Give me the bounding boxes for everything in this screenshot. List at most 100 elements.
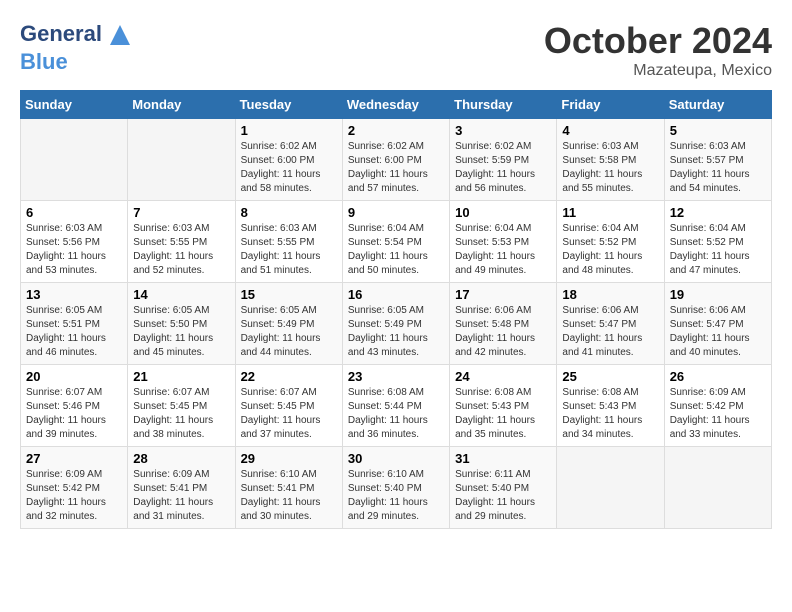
logo-blue: Blue xyxy=(20,49,68,74)
day-info: Sunrise: 6:05 AMSunset: 5:50 PMDaylight:… xyxy=(133,304,229,360)
day-number: 25 xyxy=(562,369,658,384)
weekday-header: Wednesday xyxy=(342,91,449,119)
day-info: Sunrise: 6:06 AMSunset: 5:47 PMDaylight:… xyxy=(670,304,766,360)
day-info: Sunrise: 6:08 AMSunset: 5:44 PMDaylight:… xyxy=(348,386,444,442)
day-number: 10 xyxy=(455,205,551,220)
day-info: Sunrise: 6:02 AMSunset: 5:59 PMDaylight:… xyxy=(455,140,551,196)
day-number: 15 xyxy=(241,287,337,302)
day-info: Sunrise: 6:05 AMSunset: 5:51 PMDaylight:… xyxy=(26,304,122,360)
day-info: Sunrise: 6:03 AMSunset: 5:58 PMDaylight:… xyxy=(562,140,658,196)
day-info: Sunrise: 6:03 AMSunset: 5:55 PMDaylight:… xyxy=(241,222,337,278)
calendar-header: SundayMondayTuesdayWednesdayThursdayFrid… xyxy=(21,91,772,119)
calendar-day-cell: 30 Sunrise: 6:10 AMSunset: 5:40 PMDayligh… xyxy=(342,447,449,529)
day-number: 22 xyxy=(241,369,337,384)
day-number: 5 xyxy=(670,123,766,138)
day-info: Sunrise: 6:08 AMSunset: 5:43 PMDaylight:… xyxy=(455,386,551,442)
calendar-day-cell xyxy=(664,447,771,529)
day-number: 7 xyxy=(133,205,229,220)
calendar-day-cell: 15 Sunrise: 6:05 AMSunset: 5:49 PMDayligh… xyxy=(235,283,342,365)
day-info: Sunrise: 6:05 AMSunset: 5:49 PMDaylight:… xyxy=(348,304,444,360)
calendar-day-cell: 13 Sunrise: 6:05 AMSunset: 5:51 PMDayligh… xyxy=(21,283,128,365)
day-info: Sunrise: 6:03 AMSunset: 5:57 PMDaylight:… xyxy=(670,140,766,196)
day-info: Sunrise: 6:07 AMSunset: 5:45 PMDaylight:… xyxy=(241,386,337,442)
calendar-week-row: 1Sunrise: 6:02 AMSunset: 6:00 PMDaylight… xyxy=(21,119,772,201)
calendar-day-cell: 23 Sunrise: 6:08 AMSunset: 5:44 PMDayligh… xyxy=(342,365,449,447)
calendar-week-row: 27 Sunrise: 6:09 AMSunset: 5:42 PMDayligh… xyxy=(21,447,772,529)
day-number: 26 xyxy=(670,369,766,384)
calendar-day-cell: 7 Sunrise: 6:03 AMSunset: 5:55 PMDaylight… xyxy=(128,201,235,283)
day-number: 20 xyxy=(26,369,122,384)
day-number: 31 xyxy=(455,451,551,466)
day-info: Sunrise: 6:06 AMSunset: 5:48 PMDaylight:… xyxy=(455,304,551,360)
calendar-day-cell: 29Sunrise: 6:10 AMSunset: 5:41 PMDayligh… xyxy=(235,447,342,529)
calendar-day-cell: 5 Sunrise: 6:03 AMSunset: 5:57 PMDaylight… xyxy=(664,119,771,201)
calendar-day-cell: 10 Sunrise: 6:04 AMSunset: 5:53 PMDayligh… xyxy=(450,201,557,283)
calendar-day-cell: 26 Sunrise: 6:09 AMSunset: 5:42 PMDayligh… xyxy=(664,365,771,447)
month-title: October 2024 xyxy=(544,20,772,62)
day-number: 21 xyxy=(133,369,229,384)
day-number: 18 xyxy=(562,287,658,302)
day-info: Sunrise: 6:04 AMSunset: 5:52 PMDaylight:… xyxy=(670,222,766,278)
weekday-header: Sunday xyxy=(21,91,128,119)
day-number: 11 xyxy=(562,205,658,220)
calendar-day-cell: 21 Sunrise: 6:07 AMSunset: 5:45 PMDayligh… xyxy=(128,365,235,447)
calendar-day-cell: 24 Sunrise: 6:08 AMSunset: 5:43 PMDayligh… xyxy=(450,365,557,447)
weekday-header: Tuesday xyxy=(235,91,342,119)
calendar-day-cell: 25 Sunrise: 6:08 AMSunset: 5:43 PMDayligh… xyxy=(557,365,664,447)
day-info: Sunrise: 6:04 AMSunset: 5:54 PMDaylight:… xyxy=(348,222,444,278)
calendar-day-cell: 9 Sunrise: 6:04 AMSunset: 5:54 PMDaylight… xyxy=(342,201,449,283)
day-number: 19 xyxy=(670,287,766,302)
day-number: 30 xyxy=(348,451,444,466)
day-info: Sunrise: 6:05 AMSunset: 5:49 PMDaylight:… xyxy=(241,304,337,360)
calendar-day-cell: 2Sunrise: 6:02 AMSunset: 6:00 PMDaylight… xyxy=(342,119,449,201)
weekday-header: Saturday xyxy=(664,91,771,119)
day-number: 29 xyxy=(241,451,337,466)
day-number: 9 xyxy=(348,205,444,220)
calendar-day-cell: 8Sunrise: 6:03 AMSunset: 5:55 PMDaylight… xyxy=(235,201,342,283)
day-info: Sunrise: 6:04 AMSunset: 5:53 PMDaylight:… xyxy=(455,222,551,278)
calendar-week-row: 6Sunrise: 6:03 AMSunset: 5:56 PMDaylight… xyxy=(21,201,772,283)
calendar-day-cell: 27 Sunrise: 6:09 AMSunset: 5:42 PMDayligh… xyxy=(21,447,128,529)
page-header: General Blue October 2024 Mazateupa, Mex… xyxy=(20,20,772,80)
day-number: 17 xyxy=(455,287,551,302)
calendar-day-cell xyxy=(128,119,235,201)
calendar-day-cell: 3Sunrise: 6:02 AMSunset: 5:59 PMDaylight… xyxy=(450,119,557,201)
day-number: 12 xyxy=(670,205,766,220)
day-number: 4 xyxy=(562,123,658,138)
calendar-day-cell: 12 Sunrise: 6:04 AMSunset: 5:52 PMDayligh… xyxy=(664,201,771,283)
day-info: Sunrise: 6:11 AMSunset: 5:40 PMDaylight:… xyxy=(455,468,551,524)
day-info: Sunrise: 6:07 AMSunset: 5:46 PMDaylight:… xyxy=(26,386,122,442)
day-info: Sunrise: 6:10 AMSunset: 5:40 PMDaylight:… xyxy=(348,468,444,524)
day-info: Sunrise: 6:02 AMSunset: 6:00 PMDaylight:… xyxy=(241,140,337,196)
logo-text: General Blue xyxy=(20,20,135,74)
day-info: Sunrise: 6:06 AMSunset: 5:47 PMDaylight:… xyxy=(562,304,658,360)
weekday-header: Friday xyxy=(557,91,664,119)
day-info: Sunrise: 6:03 AMSunset: 5:55 PMDaylight:… xyxy=(133,222,229,278)
day-number: 23 xyxy=(348,369,444,384)
day-number: 28 xyxy=(133,451,229,466)
calendar-day-cell: 22 Sunrise: 6:07 AMSunset: 5:45 PMDayligh… xyxy=(235,365,342,447)
logo: General Blue xyxy=(20,20,135,74)
calendar-day-cell: 1Sunrise: 6:02 AMSunset: 6:00 PMDaylight… xyxy=(235,119,342,201)
day-info: Sunrise: 6:09 AMSunset: 5:42 PMDaylight:… xyxy=(26,468,122,524)
calendar-day-cell: 4 Sunrise: 6:03 AMSunset: 5:58 PMDaylight… xyxy=(557,119,664,201)
calendar-day-cell: 16Sunrise: 6:05 AMSunset: 5:49 PMDayligh… xyxy=(342,283,449,365)
day-number: 24 xyxy=(455,369,551,384)
day-number: 27 xyxy=(26,451,122,466)
day-number: 14 xyxy=(133,287,229,302)
day-info: Sunrise: 6:07 AMSunset: 5:45 PMDaylight:… xyxy=(133,386,229,442)
calendar-day-cell: 14 Sunrise: 6:05 AMSunset: 5:50 PMDayligh… xyxy=(128,283,235,365)
calendar-day-cell: 20 Sunrise: 6:07 AMSunset: 5:46 PMDayligh… xyxy=(21,365,128,447)
day-info: Sunrise: 6:09 AMSunset: 5:42 PMDaylight:… xyxy=(670,386,766,442)
day-info: Sunrise: 6:08 AMSunset: 5:43 PMDaylight:… xyxy=(562,386,658,442)
calendar-day-cell xyxy=(557,447,664,529)
calendar-day-cell: 17 Sunrise: 6:06 AMSunset: 5:48 PMDayligh… xyxy=(450,283,557,365)
day-number: 13 xyxy=(26,287,122,302)
calendar-table: SundayMondayTuesdayWednesdayThursdayFrid… xyxy=(20,90,772,529)
day-number: 2 xyxy=(348,123,444,138)
weekday-header: Thursday xyxy=(450,91,557,119)
weekday-header-row: SundayMondayTuesdayWednesdayThursdayFrid… xyxy=(21,91,772,119)
calendar-body: 1Sunrise: 6:02 AMSunset: 6:00 PMDaylight… xyxy=(21,119,772,529)
calendar-week-row: 13 Sunrise: 6:05 AMSunset: 5:51 PMDayligh… xyxy=(21,283,772,365)
calendar-day-cell: 28Sunrise: 6:09 AMSunset: 5:41 PMDayligh… xyxy=(128,447,235,529)
